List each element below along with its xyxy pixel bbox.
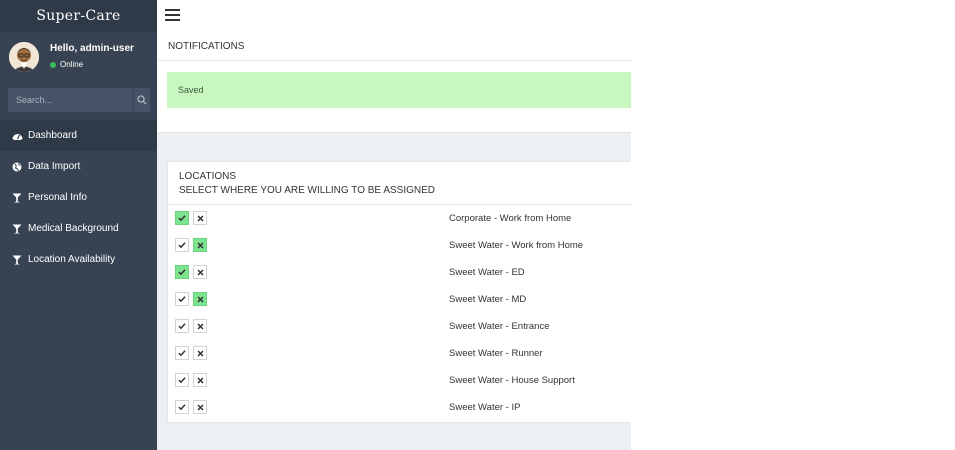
location-label: Sweet Water - MD [449,294,527,305]
location-row: Sweet Water - House Support [168,367,631,394]
accept-button[interactable] [175,238,189,252]
location-label: Corporate - Work from Home [449,213,572,224]
location-row: Sweet Water - Runner [168,340,631,367]
menu-toggle-icon[interactable] [165,9,180,21]
location-row: Sweet Water - ED [168,259,631,286]
sidebar-item-label: Dashboard [28,130,77,141]
success-alert: Saved [167,72,631,108]
top-navbar [157,0,631,32]
reject-button[interactable] [193,265,207,279]
accept-button[interactable] [175,265,189,279]
location-label: Sweet Water - Runner [449,348,543,359]
search-icon [137,95,147,105]
check-icon [178,377,186,384]
locations-title: LOCATIONS [179,171,237,182]
accept-button[interactable] [175,346,189,360]
accept-button[interactable] [175,400,189,414]
reject-button[interactable] [193,238,207,252]
location-row: Sweet Water - Entrance [168,313,631,340]
glass-icon [11,254,23,266]
check-icon [178,269,186,276]
reject-button[interactable] [193,346,207,360]
locations-list: Corporate - Work from Home Sweet Water -… [168,205,631,421]
search-button[interactable] [133,88,150,112]
user-greeting: Hello, admin-user [50,43,134,54]
close-icon [196,214,204,222]
close-icon [196,376,204,384]
sidebar-item-data-import[interactable]: Data Import [0,151,157,182]
location-label: Sweet Water - House Support [449,375,575,386]
notifications-title: NOTIFICATIONS [157,32,631,61]
notifications-card: NOTIFICATIONS Saved [157,32,631,133]
status-label: Online [60,60,84,69]
locations-card: LOCATIONS SELECT WHERE YOU ARE WILLING T… [167,161,631,423]
globe-icon [11,161,23,173]
reject-button[interactable] [193,373,207,387]
reject-button[interactable] [193,400,207,414]
user-panel: Hello, admin-user Online [0,32,157,84]
sidebar-item-personal-info[interactable]: Personal Info [0,182,157,213]
reject-button[interactable] [193,211,207,225]
sidebar-item-dashboard[interactable]: Dashboard [0,120,157,151]
brand-logo[interactable]: Super-Care [0,0,157,32]
sidebar-menu: Dashboard Data Import Personal Info Medi… [0,120,157,275]
close-icon [196,322,204,330]
sidebar-search [8,88,150,112]
accept-button[interactable] [175,373,189,387]
locations-header: LOCATIONS SELECT WHERE YOU ARE WILLING T… [168,162,631,205]
glass-icon [11,192,23,204]
main-content: NOTIFICATIONS Saved LOCATIONS SELECT WHE… [157,32,631,450]
location-label: Sweet Water - IP [449,402,521,413]
sidebar-item-label: Personal Info [28,192,87,203]
accept-button[interactable] [175,211,189,225]
search-input[interactable] [8,88,133,112]
sidebar-item-label: Medical Background [28,223,119,234]
glass-icon [11,223,23,235]
location-row: Sweet Water - IP [168,394,631,421]
check-icon [178,242,186,249]
location-label: Sweet Water - ED [449,267,525,278]
sidebar: Super-Care Hello, admin-user Online Sear… [0,0,157,450]
location-row: Sweet Water - Work from Home [168,232,631,259]
avatar [9,42,39,72]
close-icon [196,241,204,249]
location-label: Sweet Water - Work from Home [449,240,584,251]
dashboard-icon [11,130,23,142]
location-row: Corporate - Work from Home [168,205,631,232]
locations-subtitle: SELECT WHERE YOU ARE WILLING TO BE ASSIG… [179,185,436,196]
sidebar-item-location-availability[interactable]: Location Availability [0,244,157,275]
location-row: Sweet Water - MD [168,286,631,313]
accept-button[interactable] [175,292,189,306]
location-label: Sweet Water - Entrance [449,321,550,332]
sidebar-item-medical-background[interactable]: Medical Background [0,213,157,244]
check-icon [178,404,186,411]
sidebar-item-label: Data Import [28,161,81,172]
close-icon [196,295,204,303]
accept-button[interactable] [175,319,189,333]
check-icon [178,215,186,222]
check-icon [178,323,186,330]
reject-button[interactable] [193,319,207,333]
user-status: Online [50,60,83,69]
status-dot-icon [50,61,56,68]
check-icon [178,350,186,357]
sidebar-item-label: Location Availability [28,254,116,265]
close-icon [196,268,204,276]
close-icon [196,349,204,357]
check-icon [178,296,186,303]
reject-button[interactable] [193,292,207,306]
close-icon [196,403,204,411]
